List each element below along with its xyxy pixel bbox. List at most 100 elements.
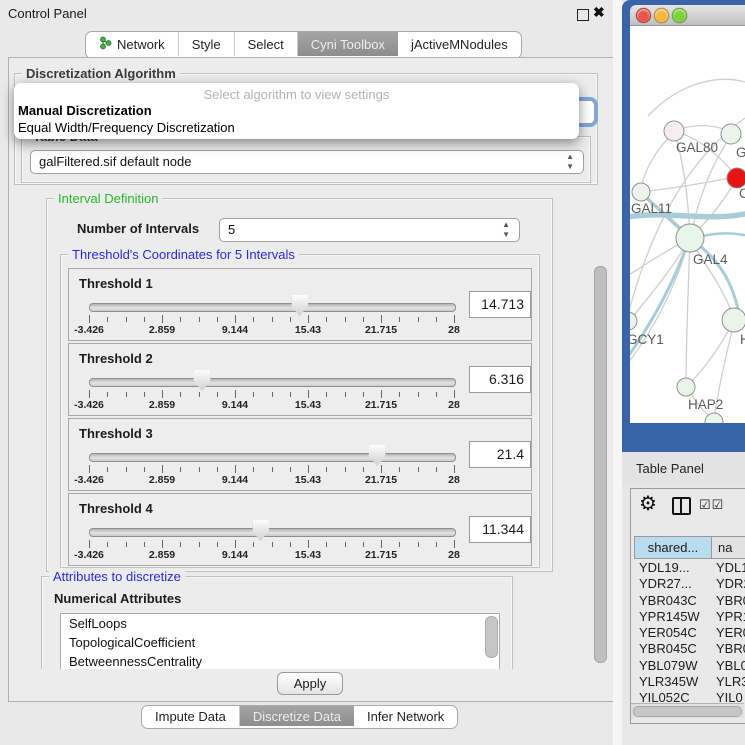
table-rows: YDL19...YDL1YDR27...YDR2YBR043CYBR0YPR14… — [631, 560, 744, 707]
tick-mark — [326, 542, 327, 547]
network-canvas[interactable]: GAL80GCGAL11GAL4GCY1HHAP2 — [630, 26, 745, 423]
tick-mark — [180, 317, 181, 322]
list-scrollbar[interactable] — [485, 616, 498, 658]
tab-label: Network — [117, 37, 165, 52]
tick-label: 28 — [448, 474, 460, 486]
threshold-slider[interactable] — [89, 528, 456, 537]
tick-mark — [162, 465, 163, 473]
tick-mark — [107, 542, 108, 547]
panel-scrollbar[interactable] — [594, 266, 607, 663]
group-title: Threshold's Coordinates for 5 Intervals — [68, 247, 299, 262]
attributes-listbox[interactable]: SelfLoopsTopologicalCoefficientBetweenne… — [60, 613, 500, 669]
tick-mark — [144, 392, 145, 397]
table-row[interactable]: YLR345WYLR3 — [631, 674, 744, 690]
threshold-value-field[interactable]: 11.344 — [469, 516, 531, 543]
network-node[interactable] — [676, 224, 704, 252]
node-label: GAL4 — [693, 252, 728, 267]
tick-label: 15.43 — [295, 474, 321, 486]
tick-label: 21.715 — [365, 324, 397, 336]
threshold-value-field[interactable]: 6.316 — [469, 366, 531, 393]
tab-infer-network[interactable]: Infer Network — [354, 706, 457, 726]
table-row[interactable]: YBL079WYBL0 — [631, 658, 744, 674]
zoom-traffic-light[interactable] — [672, 8, 687, 23]
slider-thumb[interactable] — [252, 520, 269, 541]
num-intervals-combobox[interactable]: 5 ▲▼ — [219, 218, 520, 242]
network-node[interactable] — [722, 308, 745, 332]
network-window-titlebar[interactable] — [630, 5, 745, 26]
tab-network[interactable]: Network — [86, 32, 179, 56]
tab-jactivemnodules[interactable]: jActiveMNodules — [398, 32, 521, 56]
cell-shared-name: YBL079W — [639, 658, 698, 673]
minimize-traffic-light[interactable] — [654, 8, 669, 23]
attribute-list-item[interactable]: BetweennessCentrality — [61, 652, 499, 669]
threshold-value-field[interactable]: 21.4 — [469, 441, 531, 468]
tick-mark — [290, 392, 291, 397]
network-node[interactable] — [727, 168, 745, 188]
table-row[interactable]: YER054CYER0 — [631, 625, 744, 641]
tick-label: 21.715 — [365, 474, 397, 486]
threshold-slider[interactable] — [89, 378, 456, 387]
close-traffic-light[interactable] — [636, 8, 651, 23]
attribute-list-item[interactable]: TopologicalCoefficient — [61, 633, 499, 652]
network-node[interactable] — [632, 183, 650, 201]
tick-mark — [89, 540, 90, 548]
tick-mark — [144, 467, 145, 472]
apply-button[interactable]: Apply — [277, 672, 343, 695]
column-header-shared[interactable]: shared... — [634, 536, 712, 559]
float-window-icon[interactable] — [577, 9, 589, 21]
tab-cyni-toolbox[interactable]: Cyni Toolbox — [298, 32, 398, 56]
tick-mark — [199, 542, 200, 547]
network-node[interactable] — [721, 124, 741, 144]
tick-mark — [418, 317, 419, 322]
tick-mark — [272, 317, 273, 322]
tick-label: 9.144 — [222, 399, 248, 411]
network-node[interactable] — [677, 378, 695, 396]
slider-thumb[interactable] — [291, 295, 308, 316]
threshold-slider[interactable] — [89, 303, 456, 312]
table-row[interactable]: YDR27...YDR2 — [631, 576, 744, 592]
tick-label: -3.426 — [74, 474, 104, 486]
tick-mark — [199, 392, 200, 397]
dropdown-option-manual[interactable]: Manual Discretization — [14, 102, 579, 119]
horizontal-scrollbar-thumb[interactable] — [633, 706, 742, 717]
tab-label: jActiveMNodules — [411, 37, 508, 52]
tick-label: -3.426 — [74, 549, 104, 561]
tick-mark — [199, 467, 200, 472]
cell-name: YBR0 — [716, 641, 745, 656]
attribute-list-item[interactable]: SelfLoops — [61, 614, 499, 633]
tick-mark — [253, 392, 254, 397]
table-row[interactable]: YDL19...YDL1 — [631, 560, 744, 576]
threshold-label: Threshold 1 — [79, 276, 153, 291]
split-column-icon[interactable] — [672, 497, 691, 515]
network-node[interactable] — [664, 121, 684, 141]
tick-mark — [235, 390, 236, 398]
dropdown-hint: Select algorithm to view settings — [14, 83, 579, 102]
tab-style[interactable]: Style — [179, 32, 235, 56]
table-row[interactable]: YPR145WYPR1 — [631, 609, 744, 625]
table-data-combobox[interactable]: galFiltered.sif default node ▲▼ — [30, 150, 584, 174]
dropdown-option-equal-width[interactable]: Equal Width/Frequency Discretization — [14, 119, 579, 136]
tab-discretize-data[interactable]: Discretize Data — [240, 706, 354, 726]
group-title: Discretization Algorithm — [22, 66, 180, 81]
gear-icon[interactable]: ⚙ — [639, 491, 657, 516]
tick-mark — [436, 392, 437, 397]
tick-label: 28 — [448, 549, 460, 561]
tick-mark — [381, 540, 382, 548]
close-icon[interactable]: ✖ — [593, 4, 605, 21]
tick-mark — [436, 317, 437, 322]
tick-label: 2.859 — [149, 399, 175, 411]
tick-mark — [162, 540, 163, 548]
tab-impute-data[interactable]: Impute Data — [142, 706, 240, 726]
slider-thumb[interactable] — [194, 370, 211, 391]
threshold-slider[interactable] — [89, 453, 456, 462]
table-row[interactable]: YBR043CYBR0 — [631, 593, 744, 609]
column-header-name[interactable]: na — [711, 536, 745, 559]
tab-select[interactable]: Select — [235, 32, 298, 56]
slider-thumb[interactable] — [369, 445, 386, 466]
threshold-value-field[interactable]: 14.713 — [469, 291, 531, 318]
panel-divider — [613, 0, 622, 745]
network-node[interactable] — [630, 312, 637, 330]
checkbox-icons[interactable]: ☑☑ — [699, 497, 724, 513]
tick-mark — [235, 465, 236, 473]
table-row[interactable]: YBR045CYBR0 — [631, 641, 744, 657]
